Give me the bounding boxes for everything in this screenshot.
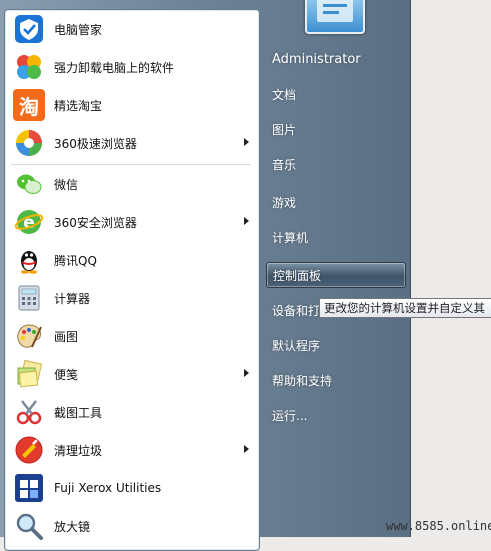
default-programs-link[interactable]: 默认程序 — [266, 332, 406, 358]
control-panel-tooltip: 更改您的计算机设置并自定义其 — [319, 298, 491, 318]
help-and-support-link[interactable]: 帮助和支持 — [266, 367, 406, 393]
program-label: Fuji Xerox Utilities — [54, 481, 162, 495]
program-item-taobao[interactable]: 淘 精选淘宝 — [9, 87, 255, 123]
program-label: 放大镜 — [54, 519, 91, 534]
places-pane: Administrator 文档 图片 音乐 游戏 计算机 控制面板 设备和打 … — [258, 0, 410, 537]
program-label: 360极速浏览器 — [54, 136, 137, 151]
program-item-magnifier[interactable]: 放大镜 — [9, 508, 255, 544]
programs-pane: 电脑管家 强力卸载电脑上的软件 淘 精选淘宝 360极速浏览器 微信 e 360… — [4, 9, 260, 551]
program-label: 截图工具 — [54, 405, 103, 420]
program-item-360-browser[interactable]: e 360安全浏览器 — [9, 204, 255, 240]
user-picture-icon — [317, 0, 353, 22]
snipping-tool-icon — [13, 396, 45, 428]
clean-junk-icon — [13, 434, 45, 466]
submenu-arrow-icon[interactable] — [244, 138, 249, 146]
program-label: 精选淘宝 — [54, 98, 103, 113]
program-label: 微信 — [54, 177, 79, 192]
program-item-snipping-tool[interactable]: 截图工具 — [9, 394, 255, 430]
qq-penguin-icon — [13, 244, 45, 276]
music-link[interactable]: 音乐 — [266, 151, 406, 177]
program-label: 360安全浏览器 — [54, 215, 137, 230]
360-browser-icon: e — [13, 206, 45, 238]
taobao-icon: 淘 — [13, 89, 45, 121]
program-label: 画图 — [54, 329, 79, 344]
run-link[interactable]: 运行... — [266, 402, 406, 428]
pictures-link[interactable]: 图片 — [266, 116, 406, 142]
program-item-360-chrome[interactable]: 360极速浏览器 — [9, 125, 255, 161]
sticky-notes-icon — [13, 358, 45, 390]
fuji-xerox-icon — [13, 472, 45, 504]
computer-link[interactable]: 计算机 — [266, 224, 406, 250]
program-label: 电脑管家 — [54, 22, 103, 37]
program-label: 便笺 — [54, 367, 79, 382]
submenu-arrow-icon[interactable] — [244, 369, 249, 377]
submenu-arrow-icon[interactable] — [244, 445, 249, 453]
360-chrome-icon — [13, 127, 45, 159]
paint-icon — [13, 320, 45, 352]
start-menu: 电脑管家 强力卸载电脑上的软件 淘 精选淘宝 360极速浏览器 微信 e 360… — [0, 0, 411, 551]
program-item-wechat[interactable]: 微信 — [9, 166, 255, 202]
program-label: 腾讯QQ — [54, 253, 97, 268]
program-item-fuji-xerox[interactable]: Fuji Xerox Utilities — [9, 470, 255, 506]
program-label: 计算器 — [54, 291, 91, 306]
program-label: 清理垃圾 — [54, 443, 103, 458]
calculator-icon — [13, 282, 45, 314]
documents-link[interactable]: 文档 — [266, 81, 406, 107]
program-item-calculator[interactable]: 计算器 — [9, 280, 255, 316]
wechat-icon — [13, 168, 45, 200]
control-panel-link[interactable]: 控制面板 — [266, 262, 406, 288]
program-item-sticky-notes[interactable]: 便笺 — [9, 356, 255, 392]
magnifier-icon — [13, 510, 45, 542]
user-avatar[interactable] — [305, 0, 365, 34]
program-item-qq[interactable]: 腾讯QQ — [9, 242, 255, 278]
uninstaller-icon — [13, 51, 45, 83]
program-item-pc-manager[interactable]: 电脑管家 — [9, 11, 255, 47]
watermark: www.8585.online — [386, 519, 491, 533]
program-item-paint[interactable]: 画图 — [9, 318, 255, 354]
user-name-link[interactable]: Administrator — [266, 46, 406, 72]
submenu-arrow-icon[interactable] — [244, 217, 249, 225]
program-item-clean-junk[interactable]: 清理垃圾 — [9, 432, 255, 468]
program-item-uninstaller[interactable]: 强力卸载电脑上的软件 — [9, 49, 255, 85]
program-label: 强力卸载电脑上的软件 — [54, 60, 175, 75]
games-link[interactable]: 游戏 — [266, 189, 406, 215]
separator — [11, 164, 251, 165]
tencent-pc-manager-icon — [13, 13, 45, 45]
